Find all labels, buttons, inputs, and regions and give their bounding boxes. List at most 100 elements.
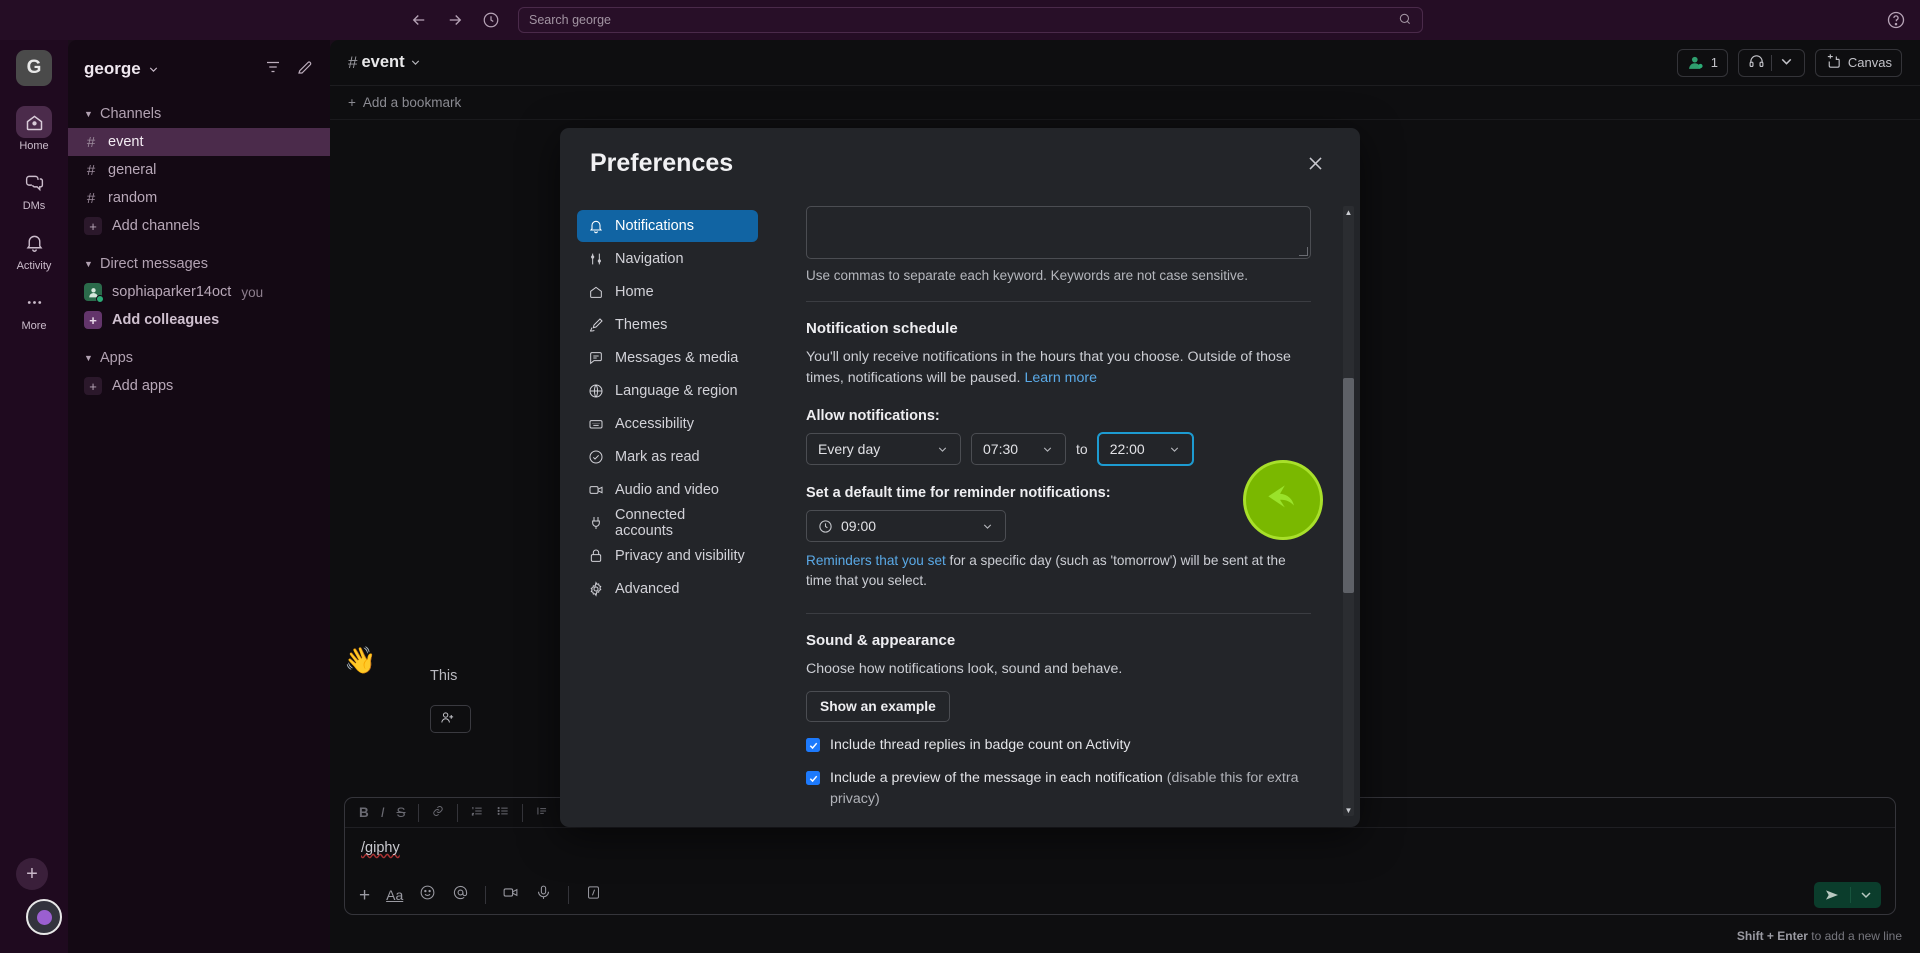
sidebar-item-label: sophiaparker14oct — [112, 284, 232, 300]
keywords-textarea[interactable] — [806, 206, 1311, 259]
schedule-from-select[interactable]: 07:30 — [971, 433, 1066, 466]
checkbox-label: Include a preview of the message in each… — [830, 768, 1311, 808]
search-icon[interactable] — [1398, 12, 1412, 29]
resize-handle-icon[interactable] — [1299, 247, 1308, 256]
audio-clip-icon[interactable] — [535, 884, 552, 906]
members-button[interactable]: 1 — [1676, 48, 1728, 77]
search-input[interactable]: Search george — [518, 7, 1423, 33]
strikethrough-icon[interactable]: S — [397, 805, 406, 820]
rail-label-activity: Activity — [16, 260, 52, 272]
sidebar-item-add-apps[interactable]: + Add apps — [68, 372, 330, 400]
help-circle-icon[interactable] — [1886, 10, 1906, 30]
scroll-down-arrow-icon[interactable]: ▼ — [1343, 804, 1354, 816]
send-options-chevron-icon[interactable] — [1850, 887, 1881, 903]
scroll-up-arrow-icon[interactable]: ▲ — [1343, 206, 1354, 218]
brush-icon — [589, 318, 603, 332]
divider — [806, 301, 1311, 302]
checkbox-thread-replies[interactable]: Include thread replies in badge count on… — [806, 735, 1311, 755]
rail-item-home[interactable]: Home — [7, 106, 61, 152]
learn-more-link[interactable]: Learn more — [1024, 370, 1097, 386]
bold-icon[interactable]: B — [359, 805, 369, 820]
rail-item-more[interactable]: More — [7, 286, 61, 332]
checkbox-message-preview[interactable]: Include a preview of the message in each… — [806, 768, 1311, 808]
emoji-icon[interactable] — [419, 884, 436, 906]
nav-item-navigation[interactable]: Navigation — [577, 243, 758, 275]
nav-item-language-region[interactable]: Language & region — [577, 375, 758, 407]
nav-item-audio-video[interactable]: Audio and video — [577, 474, 758, 506]
sidebar-item-add-channels[interactable]: + Add channels — [68, 212, 330, 240]
reminders-link[interactable]: Reminders that you set — [806, 553, 946, 568]
channel-title[interactable]: # event — [348, 53, 422, 73]
compose-icon[interactable] — [296, 58, 314, 81]
ordered-list-icon[interactable] — [470, 804, 484, 821]
sidebar-item-general[interactable]: # general — [68, 156, 330, 184]
show-an-example-button[interactable]: Show an example — [806, 691, 950, 723]
sidebar-item-add-colleagues[interactable]: + Add colleagues — [68, 306, 330, 334]
sidebar-item-event[interactable]: # event — [68, 128, 330, 156]
blockquote-icon[interactable] — [535, 804, 549, 821]
video-clip-icon[interactable] — [502, 884, 519, 906]
check-circle-icon — [589, 450, 603, 464]
sidebar-item-random[interactable]: # random — [68, 184, 330, 212]
nav-item-label: Themes — [615, 317, 668, 333]
schedule-day-select[interactable]: Every day — [806, 433, 961, 466]
left-rail: G Home DMs Activity More + — [0, 40, 68, 953]
mention-icon[interactable] — [452, 884, 469, 906]
arrow-right-icon[interactable] — [444, 9, 466, 31]
composer-input[interactable]: /giphy — [345, 828, 1895, 868]
sidebar-section-apps[interactable]: ▼ Apps — [68, 344, 330, 372]
huddle-button[interactable] — [1737, 48, 1805, 77]
sidebar-item-label: Add colleagues — [112, 312, 220, 328]
welcome-message: This — [430, 668, 458, 684]
filter-icon[interactable] — [264, 58, 282, 81]
checkbox-checked-icon[interactable] — [806, 738, 820, 753]
sound-appearance-heading: Sound & appearance — [806, 631, 956, 649]
link-icon[interactable] — [431, 804, 445, 821]
nav-item-messages-media[interactable]: Messages & media — [577, 342, 758, 374]
lock-icon — [590, 549, 602, 562]
nav-item-notifications[interactable]: Notifications — [577, 210, 758, 242]
clock-icon[interactable] — [480, 9, 502, 31]
invite-people-button[interactable] — [430, 705, 471, 733]
nav-item-themes[interactable]: Themes — [577, 309, 758, 341]
nav-item-accessibility[interactable]: Accessibility — [577, 408, 758, 440]
nav-item-mark-as-read[interactable]: Mark as read — [577, 441, 758, 473]
nav-item-label: Advanced — [615, 581, 680, 597]
nav-item-privacy-visibility[interactable]: Privacy and visibility — [577, 540, 758, 572]
attach-plus-icon[interactable]: + — [359, 886, 370, 905]
sidebar-section-channels[interactable]: ▼ Channels — [68, 100, 330, 128]
schedule-to-select[interactable]: 22:00 — [1097, 433, 1193, 466]
nav-item-home[interactable]: Home — [577, 276, 758, 308]
bell-icon — [16, 226, 52, 258]
nav-item-connected-accounts[interactable]: Connected accounts — [577, 507, 758, 539]
nav-item-advanced[interactable]: Advanced — [577, 573, 758, 605]
workspace-header[interactable]: george — [68, 48, 330, 90]
bulleted-list-icon[interactable] — [496, 804, 510, 821]
reminder-time-value: 09:00 — [841, 518, 877, 535]
rail-add-button[interactable]: + — [16, 858, 48, 890]
send-button[interactable] — [1814, 882, 1881, 908]
sidebar-item-dm-sophiaparker14oct[interactable]: sophiaparker14oct you — [68, 278, 330, 306]
canvas-button[interactable]: Canvas — [1814, 48, 1902, 77]
slash-command-icon[interactable] — [585, 884, 602, 906]
headphones-icon — [1748, 53, 1765, 73]
italic-icon[interactable]: I — [381, 805, 385, 820]
dialog-scrollbar[interactable]: ▲ ▼ — [1343, 206, 1354, 816]
checkbox-checked-icon[interactable] — [806, 771, 820, 786]
chevron-down-icon — [1146, 443, 1181, 456]
rail-item-activity[interactable]: Activity — [7, 226, 61, 272]
rail-item-dms[interactable]: DMs — [7, 166, 61, 212]
workspace-avatar[interactable]: G — [16, 50, 52, 86]
nav-item-label: Mark as read — [615, 449, 700, 465]
reminder-time-select[interactable]: 09:00 — [806, 510, 1006, 543]
close-icon[interactable] — [1300, 148, 1330, 178]
arrow-left-icon[interactable] — [408, 9, 430, 31]
divider — [806, 612, 1311, 614]
scrollbar-thumb[interactable] — [1343, 378, 1354, 593]
sidebar-section-direct-messages[interactable]: ▼ Direct messages — [68, 250, 330, 278]
bookmark-bar[interactable]: + Add a bookmark — [330, 86, 1920, 120]
gear-icon — [590, 581, 602, 597]
text-format-icon[interactable]: Aa — [386, 887, 403, 903]
workspace-name: george — [84, 59, 141, 78]
chevron-down-icon[interactable] — [1778, 53, 1795, 73]
